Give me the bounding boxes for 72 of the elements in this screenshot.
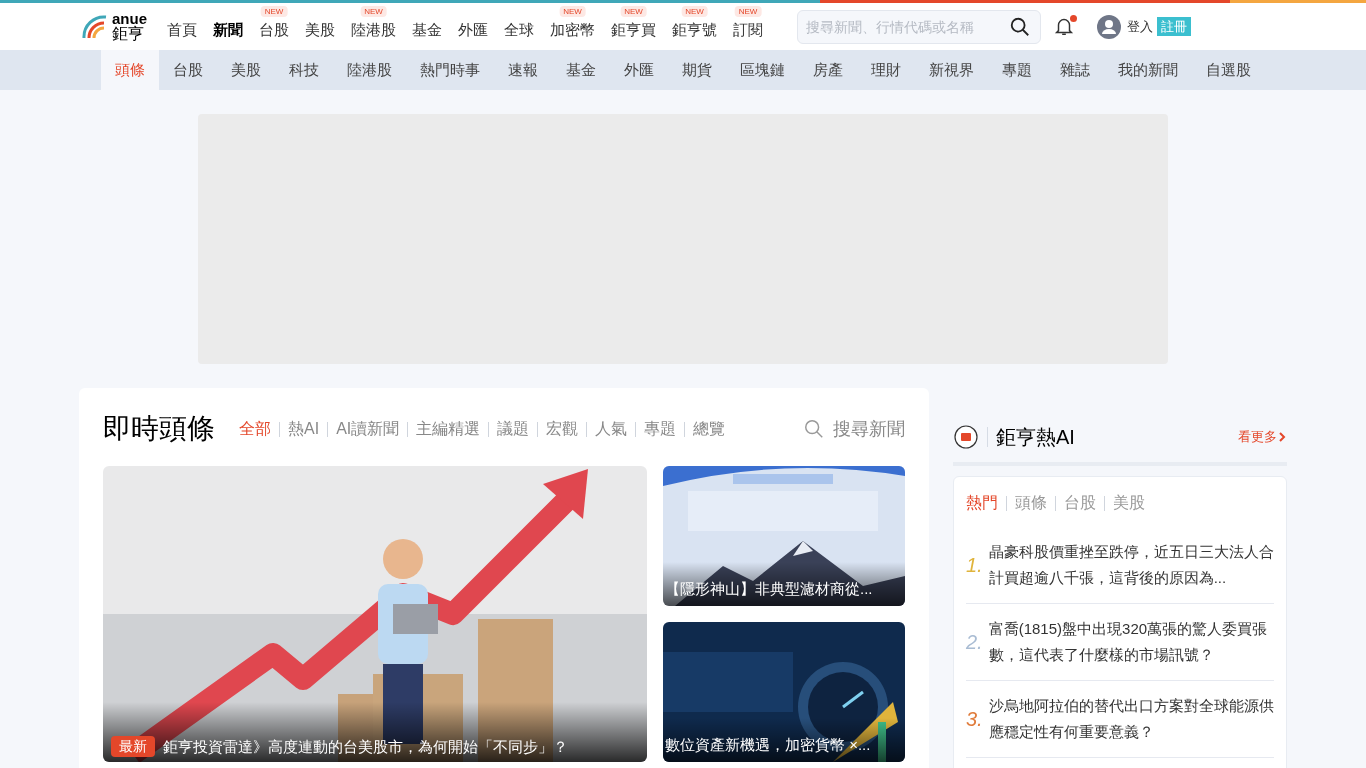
section-tab[interactable]: 台股: [159, 50, 217, 90]
new-badge: NEW: [620, 6, 647, 17]
filter-tab[interactable]: AI讀新聞: [336, 417, 400, 441]
nav-link[interactable]: 基金: [412, 19, 442, 42]
logo[interactable]: anue 鉅亨: [82, 11, 147, 42]
hot-ai-headline[interactable]: 晶豪科股價重挫至跌停，近五日三大法人合計買超逾八千張，這背後的原因為...: [988, 539, 1274, 591]
hot-ai-title: 鉅亨熱AI: [996, 425, 1075, 450]
new-badge: NEW: [681, 6, 708, 17]
nav-link[interactable]: 新聞: [213, 19, 243, 42]
rank-number: 1.: [966, 553, 983, 578]
section-tab[interactable]: 自選股: [1192, 50, 1265, 90]
new-badge: NEW: [360, 6, 387, 17]
nav-link[interactable]: 鉅亨號: [672, 19, 717, 42]
search-icon[interactable]: [1009, 15, 1031, 38]
section-tab[interactable]: 新視界: [915, 50, 988, 90]
nav-link[interactable]: 訂閱: [733, 19, 763, 42]
story-card[interactable]: 【隱形神山】非典型濾材商從...: [663, 466, 905, 606]
search-field[interactable]: 搜尋新聞、行情代碼或名稱: [797, 9, 1041, 44]
section-tab[interactable]: 熱門時事: [406, 50, 494, 90]
section-tab[interactable]: 雜誌: [1046, 50, 1104, 90]
hot-ai-headline[interactable]: 沙烏地阿拉伯的替代出口方案對全球能源供應穩定性有何重要意義？: [988, 693, 1274, 745]
section-tab[interactable]: 房產: [799, 50, 857, 90]
login-link[interactable]: 登入: [1127, 16, 1153, 37]
logo-chinese: 鉅亨: [112, 26, 145, 42]
nav-link[interactable]: 外匯: [458, 19, 488, 42]
nav-link[interactable]: 美股: [305, 19, 335, 42]
filter-tab[interactable]: 主編精選: [416, 417, 481, 441]
section-tab[interactable]: 理財: [857, 50, 915, 90]
section-tab[interactable]: 期貨: [668, 50, 726, 90]
section-tab[interactable]: 陸港股: [333, 50, 406, 90]
section-tab[interactable]: 區塊鏈: [726, 50, 799, 90]
section-tab[interactable]: 速報: [494, 50, 552, 90]
rank-number: 2.: [966, 630, 983, 655]
story-title: 【隱形神山】非典型濾材商從...: [665, 578, 873, 599]
hot-ai-headline[interactable]: 富喬(1815)盤中出現320萬張的驚人委買張數，這代表了什麼樣的市場訊號？: [988, 616, 1274, 668]
filter-tab[interactable]: 宏觀: [546, 417, 579, 441]
nav-link[interactable]: 鉅亨買: [611, 19, 656, 42]
new-badge: NEW: [559, 6, 586, 17]
filter-tab[interactable]: 人氣: [595, 417, 628, 441]
section-tab[interactable]: 基金: [552, 50, 610, 90]
nav-link[interactable]: 全球: [504, 19, 534, 42]
filter-tab[interactable]: 熱AI: [288, 417, 320, 441]
nav-link[interactable]: 陸港股: [351, 19, 396, 42]
main-story-card[interactable]: 最新 鉅亨投資雷達》高度連動的台美股市，為何開始「不同步」？: [103, 466, 647, 762]
section-tab[interactable]: 我的新聞: [1104, 50, 1192, 90]
section-tab[interactable]: 專題: [988, 50, 1046, 90]
story-title: 鉅亨投資雷達》高度連動的台美股市，為何開始「不同步」？: [163, 736, 568, 757]
filter-tab[interactable]: 議題: [497, 417, 530, 441]
section-tab[interactable]: 科技: [275, 50, 333, 90]
search-news-link[interactable]: 搜尋新聞: [833, 415, 905, 443]
nav-link[interactable]: 首頁: [167, 19, 197, 42]
logo-wordmark: anue: [112, 11, 147, 26]
new-badge: NEW: [734, 6, 762, 17]
logo-arcs-icon: [82, 13, 108, 40]
latest-badge: 最新: [111, 736, 155, 758]
section-tab[interactable]: 外匯: [610, 50, 668, 90]
avatar-icon[interactable]: [1097, 14, 1121, 39]
nav-link[interactable]: 加密幣: [550, 19, 595, 42]
story-card[interactable]: 數位資產新機遇，加密貨幣 ×...: [663, 622, 905, 762]
new-badge: NEW: [260, 6, 288, 17]
rank-number: 3.: [966, 707, 983, 732]
section-tab[interactable]: 美股: [217, 50, 275, 90]
chevron-right-icon: [1277, 431, 1287, 443]
story-title: 數位資產新機遇，加密貨幣 ×...: [665, 734, 871, 755]
filter-tab[interactable]: 專題: [644, 417, 677, 441]
section-tab[interactable]: 頭條: [101, 50, 159, 90]
see-more-link[interactable]: 看更多: [1238, 427, 1287, 447]
hot-ai-tab[interactable]: 熱門: [966, 491, 998, 515]
filter-tab[interactable]: 總覽: [693, 417, 726, 441]
nav-link[interactable]: 台股: [259, 19, 289, 42]
section-title: 即時頭條: [103, 412, 215, 446]
filter-tab[interactable]: 全部: [239, 417, 271, 441]
